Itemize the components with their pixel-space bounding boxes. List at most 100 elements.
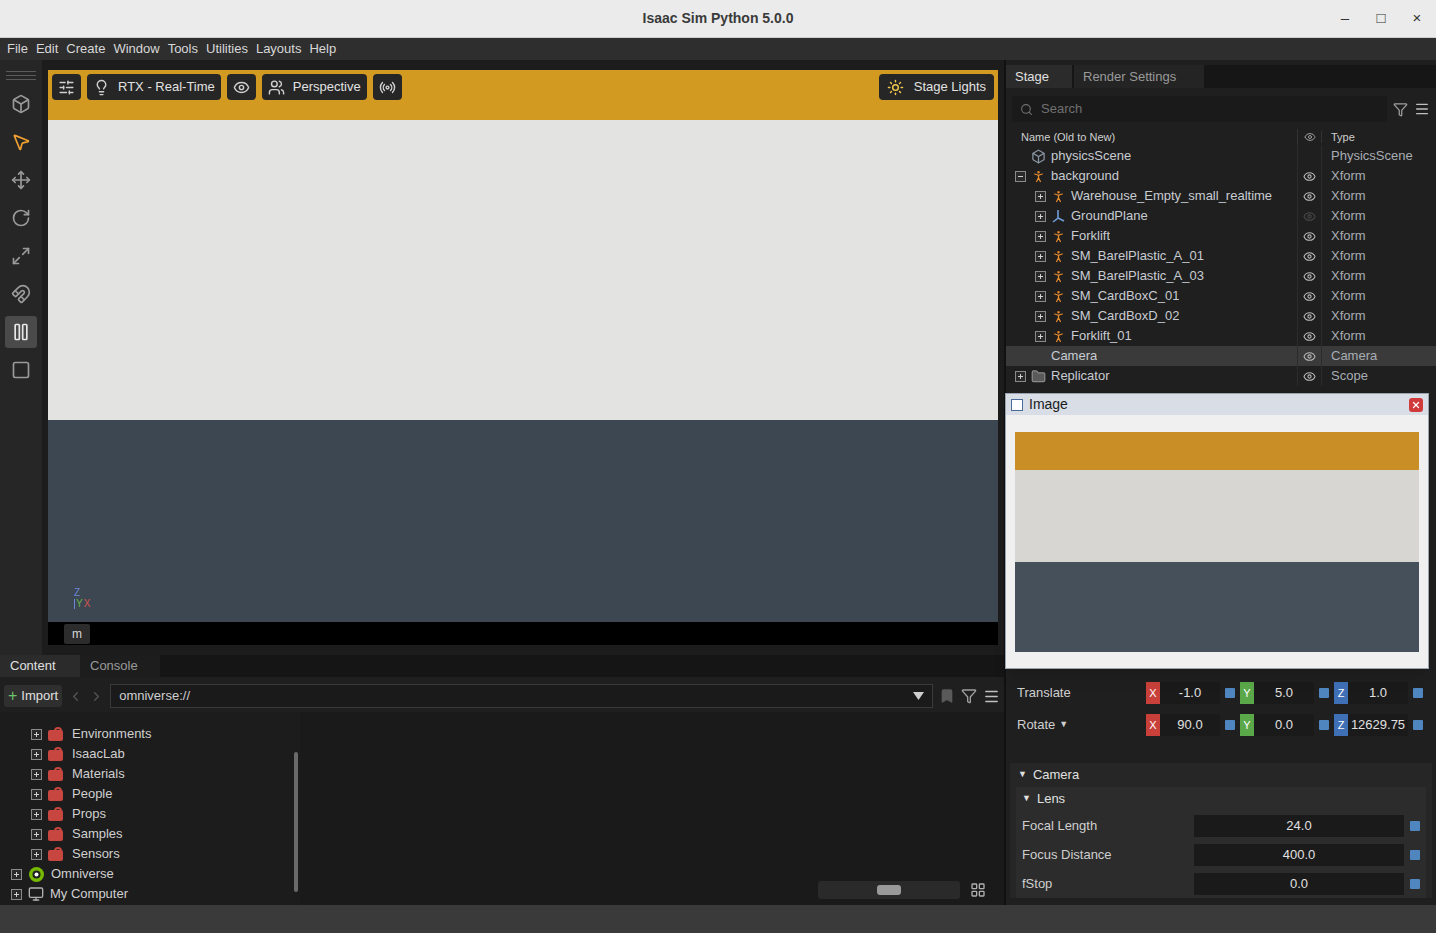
window-control-button[interactable]: – xyxy=(1334,8,1356,30)
image-window[interactable]: Image xyxy=(1005,393,1429,669)
viewport-icon-button[interactable] xyxy=(52,74,81,100)
visibility-icon[interactable] xyxy=(1303,210,1316,223)
panel-tab[interactable]: Content xyxy=(0,655,80,677)
key-toggle[interactable] xyxy=(1410,850,1420,860)
menu-item[interactable]: Help xyxy=(305,39,340,59)
dropdown-icon[interactable] xyxy=(913,692,924,700)
stage-row[interactable]: SM_BarelPlastic_A_01Xform xyxy=(1006,246,1436,266)
key-toggle[interactable] xyxy=(1225,720,1235,730)
visibility-icon[interactable] xyxy=(1303,310,1316,323)
stage-row[interactable]: Warehouse_Empty_small_realtimeXform xyxy=(1006,186,1436,206)
tool-button[interactable] xyxy=(5,240,37,272)
import-button[interactable]: +Import xyxy=(4,685,62,707)
expander-icon[interactable] xyxy=(31,849,42,860)
stage-row[interactable]: backgroundXform xyxy=(1006,166,1436,186)
value-field[interactable]: 24.0 xyxy=(1194,815,1404,837)
menu-item[interactable]: Utilities xyxy=(202,39,252,59)
viewport-render[interactable] xyxy=(48,70,998,622)
stage-row[interactable]: ReplicatorScope xyxy=(1006,366,1436,386)
content-tree-item[interactable]: Samples xyxy=(0,824,292,844)
expander-icon[interactable] xyxy=(1035,231,1046,242)
unit-badge[interactable]: m xyxy=(64,624,90,644)
key-toggle[interactable] xyxy=(1225,688,1235,698)
path-field[interactable]: omniverse:// xyxy=(110,684,933,708)
menu-icon[interactable] xyxy=(983,688,1000,705)
content-tree-item[interactable]: Materials xyxy=(0,764,292,784)
expander-icon[interactable] xyxy=(31,749,42,760)
visibility-icon[interactable] xyxy=(1303,370,1316,383)
value-field[interactable]: 1.0 xyxy=(1348,682,1408,704)
content-tree-item[interactable]: My Computer xyxy=(0,884,292,904)
section-header[interactable]: ▼Camera xyxy=(1010,763,1432,787)
viewport-icon-button[interactable] xyxy=(373,74,402,100)
stage-row[interactable]: SM_CardBoxC_01Xform xyxy=(1006,286,1436,306)
menu-item[interactable]: File xyxy=(3,39,32,59)
content-tree-item[interactable]: IsaacLab xyxy=(0,744,292,764)
expander-icon[interactable] xyxy=(1035,211,1046,222)
content-tree-item[interactable]: People xyxy=(0,784,292,804)
menu-icon[interactable] xyxy=(1414,101,1430,117)
content-tree-item[interactable]: Omniverse xyxy=(0,864,292,884)
expander-icon[interactable] xyxy=(1015,371,1026,382)
window-control-button[interactable]: × xyxy=(1406,8,1428,30)
visibility-icon[interactable] xyxy=(1303,290,1316,303)
value-field[interactable]: 5.0 xyxy=(1254,682,1314,704)
expander-icon[interactable] xyxy=(1035,271,1046,282)
key-toggle[interactable] xyxy=(1319,720,1329,730)
visibility-icon[interactable] xyxy=(1303,230,1316,243)
tool-button[interactable] xyxy=(5,126,37,158)
viewport-icon-button[interactable] xyxy=(227,74,256,100)
thumbnail-size-slider[interactable] xyxy=(818,881,960,899)
visibility-icon[interactable] xyxy=(1303,190,1316,203)
expander-icon[interactable] xyxy=(1035,251,1046,262)
key-toggle[interactable] xyxy=(1413,688,1423,698)
expander-icon[interactable] xyxy=(1035,291,1046,302)
tool-button[interactable] xyxy=(5,202,37,234)
stage-row[interactable]: Forklift_01Xform xyxy=(1006,326,1436,346)
expander-icon[interactable] xyxy=(11,889,22,900)
viewport-menu-button[interactable]: RTX - Real-Time xyxy=(87,74,221,100)
tool-button[interactable] xyxy=(5,316,37,348)
stage-row[interactable]: ForkliftXform xyxy=(1006,226,1436,246)
section-header[interactable]: ▼Lens xyxy=(1016,787,1426,811)
filter-icon[interactable] xyxy=(1393,102,1408,117)
window-control-button[interactable]: □ xyxy=(1370,8,1392,30)
value-field[interactable]: 0.0 xyxy=(1254,714,1314,736)
panel-tab[interactable]: Render Settings xyxy=(1074,65,1204,88)
visibility-icon[interactable] xyxy=(1303,170,1316,183)
visibility-icon[interactable] xyxy=(1303,350,1316,363)
stage-lights-button[interactable]: Stage Lights xyxy=(879,74,994,100)
stage-row[interactable]: SM_CardBoxD_02Xform xyxy=(1006,306,1436,326)
back-icon[interactable] xyxy=(68,689,83,704)
tool-button[interactable] xyxy=(5,88,37,120)
value-field[interactable]: 12629.75 xyxy=(1348,714,1408,736)
filter-icon[interactable] xyxy=(961,688,977,704)
tool-button[interactable] xyxy=(5,164,37,196)
menu-item[interactable]: Layouts xyxy=(252,39,306,59)
grid-view-icon[interactable] xyxy=(970,882,986,898)
value-field[interactable]: 400.0 xyxy=(1194,844,1404,866)
stage-row[interactable]: physicsScenePhysicsScene xyxy=(1006,146,1436,166)
stage-row[interactable]: GroundPlaneXform xyxy=(1006,206,1436,226)
close-button[interactable] xyxy=(1409,398,1423,412)
content-tree-item[interactable]: Props xyxy=(0,804,292,824)
visibility-icon[interactable] xyxy=(1303,250,1316,263)
menu-item[interactable]: Edit xyxy=(32,39,62,59)
key-toggle[interactable] xyxy=(1319,688,1329,698)
value-field[interactable]: -1.0 xyxy=(1160,682,1220,704)
expander-icon[interactable] xyxy=(1035,311,1046,322)
stage-row[interactable]: CameraCamera xyxy=(1006,346,1436,366)
stage-row[interactable]: SM_BarelPlastic_A_03Xform xyxy=(1006,266,1436,286)
tool-button[interactable] xyxy=(5,278,37,310)
value-field[interactable]: 90.0 xyxy=(1160,714,1220,736)
expander-icon[interactable] xyxy=(31,729,42,740)
expander-icon[interactable] xyxy=(1035,191,1046,202)
expander-icon[interactable] xyxy=(31,769,42,780)
panel-tab[interactable]: Console xyxy=(80,655,160,677)
key-toggle[interactable] xyxy=(1410,821,1420,831)
expander-icon[interactable] xyxy=(11,869,22,880)
grip-icon[interactable] xyxy=(6,68,36,82)
viewport-menu-button[interactable]: Perspective xyxy=(262,74,367,100)
visibility-icon[interactable] xyxy=(1303,270,1316,283)
stage-search[interactable]: Search xyxy=(1012,96,1387,122)
